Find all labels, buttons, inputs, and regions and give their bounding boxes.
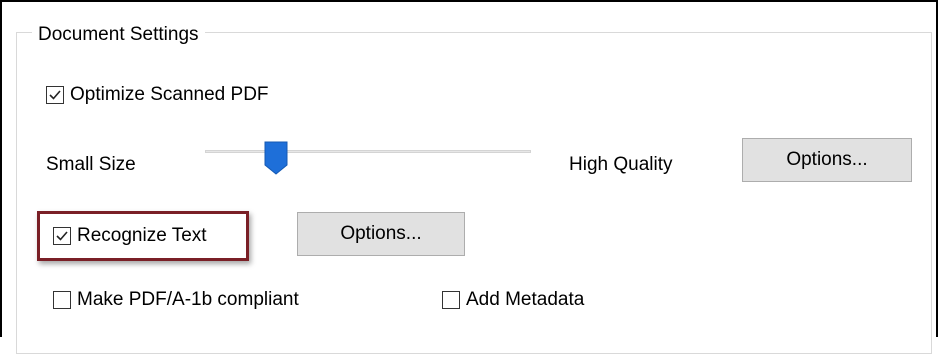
- quality-slider-thumb[interactable]: [264, 141, 288, 175]
- metadata-label: Add Metadata: [466, 289, 585, 310]
- pdfa-compliant-checkbox[interactable]: Make PDF/A-1b compliant: [53, 289, 299, 311]
- recognize-text-checkbox[interactable]: Recognize Text: [53, 225, 207, 247]
- quality-slider-track[interactable]: [205, 150, 531, 153]
- slider-left-label: Small Size: [46, 154, 136, 175]
- optimize-scanned-pdf-checkbox[interactable]: Optimize Scanned PDF: [46, 84, 269, 106]
- recognize-label: Recognize Text: [77, 225, 207, 246]
- options-button-ocr[interactable]: Options...: [297, 212, 465, 256]
- options-button-quality[interactable]: Options...: [742, 138, 912, 182]
- group-title: Document Settings: [32, 24, 205, 46]
- pdfa-label: Make PDF/A-1b compliant: [77, 289, 299, 310]
- dialog-frame: Document Settings Optimize Scanned PDF S…: [0, 0, 938, 354]
- checkbox-unchecked-icon[interactable]: [53, 291, 71, 309]
- checkbox-unchecked-icon[interactable]: [442, 291, 460, 309]
- add-metadata-checkbox[interactable]: Add Metadata: [442, 289, 584, 311]
- checkbox-checked-icon[interactable]: [53, 227, 71, 245]
- slider-right-label: High Quality: [569, 154, 673, 175]
- optimize-label: Optimize Scanned PDF: [70, 84, 269, 105]
- checkbox-checked-icon[interactable]: [46, 86, 64, 104]
